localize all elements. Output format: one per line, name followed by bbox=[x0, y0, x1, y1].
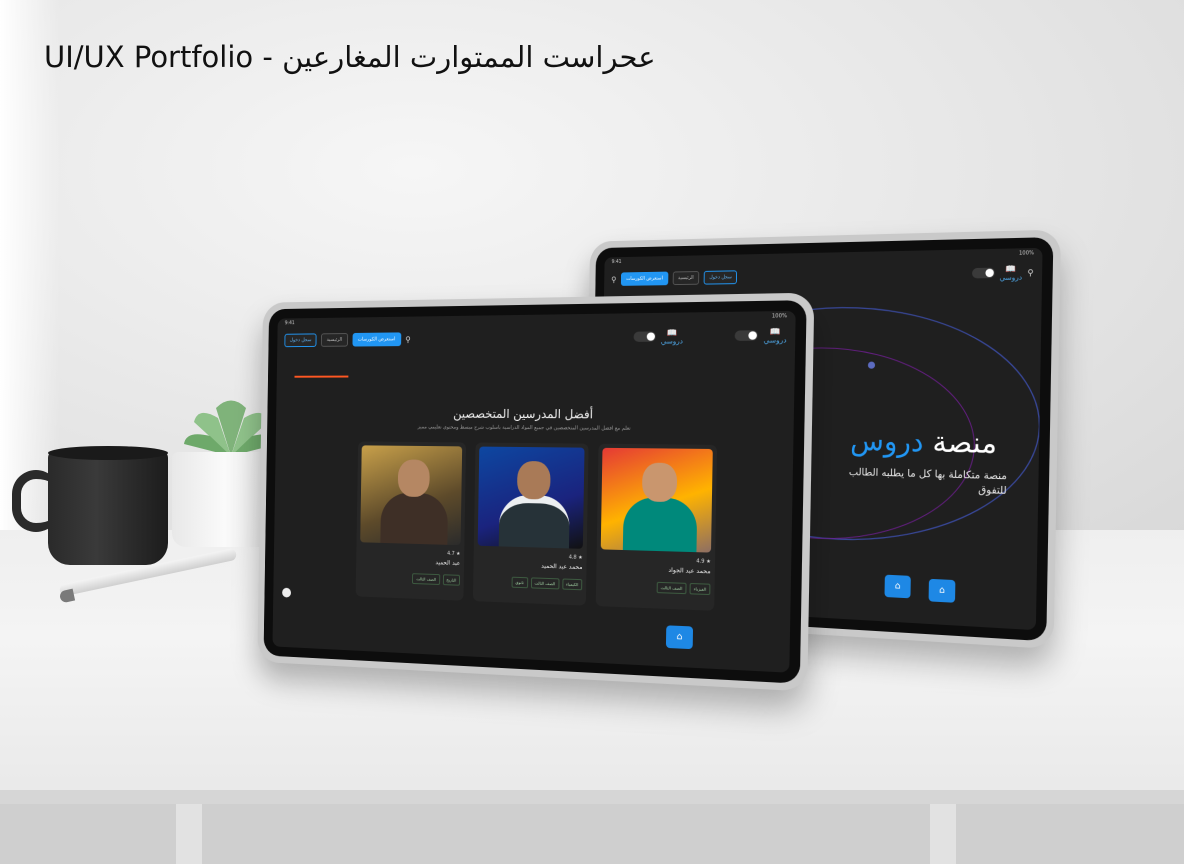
subject-tag: الفيزياء bbox=[690, 583, 711, 595]
logo-text: دروسي bbox=[764, 336, 787, 345]
home-nav-button[interactable]: الرئيسية bbox=[321, 333, 348, 347]
front-tablet: 9:41 100% سجل دخول الرئيسية استعرض الكور… bbox=[257, 293, 814, 692]
teacher-card[interactable]: ★ 4.7 عبد الحميد التاريخ الصف الثالث bbox=[356, 441, 466, 600]
login-button[interactable]: سجل دخول bbox=[284, 333, 317, 347]
portfolio-title: UI/UX Portfolio - عحراست الممتوارت المغا… bbox=[44, 40, 656, 74]
teacher-photo bbox=[601, 448, 713, 553]
teacher-tags: التاريخ الصف الثالث bbox=[360, 571, 461, 585]
site-logo[interactable]: 📖 دروسي bbox=[661, 327, 683, 345]
grade-tag: الصف الثالث bbox=[530, 577, 559, 589]
teacher-cards: ★ 4.9 محمد عبد الجواد الفيزياء الصف الثا… bbox=[345, 441, 717, 610]
teacher-photo bbox=[360, 445, 462, 545]
section-title: أفضل المدرسين المتخصصين bbox=[276, 406, 794, 422]
logo-text: دروسي bbox=[661, 337, 683, 345]
search-icon[interactable]: ⚲ bbox=[405, 335, 411, 344]
subject-tag: الكيمياء bbox=[562, 578, 582, 590]
teacher-photo bbox=[478, 447, 585, 549]
active-nav-underline bbox=[294, 376, 348, 378]
table-edge bbox=[0, 790, 1184, 804]
site-logo[interactable]: 📖 دروسي bbox=[764, 326, 787, 344]
home-fab-button[interactable]: ⌂ bbox=[666, 625, 693, 649]
section-subtitle: تعلم مع أفضل المدرسين المتخصصين في جميع … bbox=[303, 424, 762, 433]
level-tag: ثانوي bbox=[511, 577, 527, 589]
teacher-card[interactable]: ★ 4.9 محمد عبد الجواد الفيزياء الصف الثا… bbox=[596, 444, 717, 611]
browse-courses-button[interactable]: استعرض الكورسات bbox=[352, 332, 401, 346]
chat-bubble-icon[interactable] bbox=[282, 588, 291, 598]
home-fab-button[interactable]: ⌂ bbox=[929, 579, 956, 603]
status-time: 9:41 bbox=[285, 320, 295, 328]
teacher-name: عبد الحميد bbox=[360, 557, 460, 567]
teacher-rating: ★ 4.9 bbox=[601, 555, 711, 565]
coffee-mug bbox=[48, 450, 168, 565]
status-battery: 100% bbox=[1019, 250, 1034, 259]
table-leg bbox=[176, 804, 202, 864]
status-time: 9:41 bbox=[611, 259, 621, 267]
hero-title-plain: منصة bbox=[932, 425, 997, 460]
teacher-tags: الفيزياء الصف الثالث bbox=[600, 580, 710, 595]
book-icon: 📖 bbox=[770, 326, 781, 336]
hero-title-accent: دروس bbox=[850, 424, 924, 459]
theme-toggle[interactable] bbox=[735, 330, 758, 341]
mug-rim bbox=[48, 446, 168, 460]
portfolio-title-latin: UI/UX Portfolio - bbox=[44, 40, 273, 74]
teacher-name: محمد عبد الحميد bbox=[477, 561, 582, 571]
home-fab-button[interactable]: ⌂ bbox=[884, 575, 910, 599]
book-icon: 📖 bbox=[667, 328, 677, 337]
table-leg bbox=[930, 804, 956, 864]
teacher-card[interactable]: ★ 4.8 محمد عبد الحميد الكيمياء الصف الثا… bbox=[473, 443, 589, 606]
status-battery: 100% bbox=[772, 313, 787, 322]
theme-toggle[interactable] bbox=[633, 331, 656, 341]
grade-tag: الصف الثالث bbox=[656, 582, 686, 594]
teacher-tags: الكيمياء الصف الثالث ثانوي bbox=[477, 575, 582, 590]
subject-tag: التاريخ bbox=[442, 574, 460, 585]
teacher-name: محمد عبد الجواد bbox=[600, 565, 710, 576]
hero-title: منصة دروس bbox=[850, 424, 997, 461]
hero-subtitle: منصة متكاملة بها كل ما يطلبه الطالب للتف… bbox=[825, 465, 1007, 499]
front-tablet-screen: 9:41 100% سجل دخول الرئيسية استعرض الكور… bbox=[272, 311, 795, 673]
portfolio-title-arabic: عحراست الممتوارت المغارعين bbox=[282, 40, 655, 74]
teacher-rating: ★ 4.8 bbox=[477, 552, 582, 561]
front-tablet-bezel: 9:41 100% سجل دخول الرئيسية استعرض الكور… bbox=[264, 300, 807, 684]
grade-tag: الصف الثالث bbox=[412, 573, 439, 585]
teacher-rating: ★ 4.7 bbox=[360, 548, 460, 557]
